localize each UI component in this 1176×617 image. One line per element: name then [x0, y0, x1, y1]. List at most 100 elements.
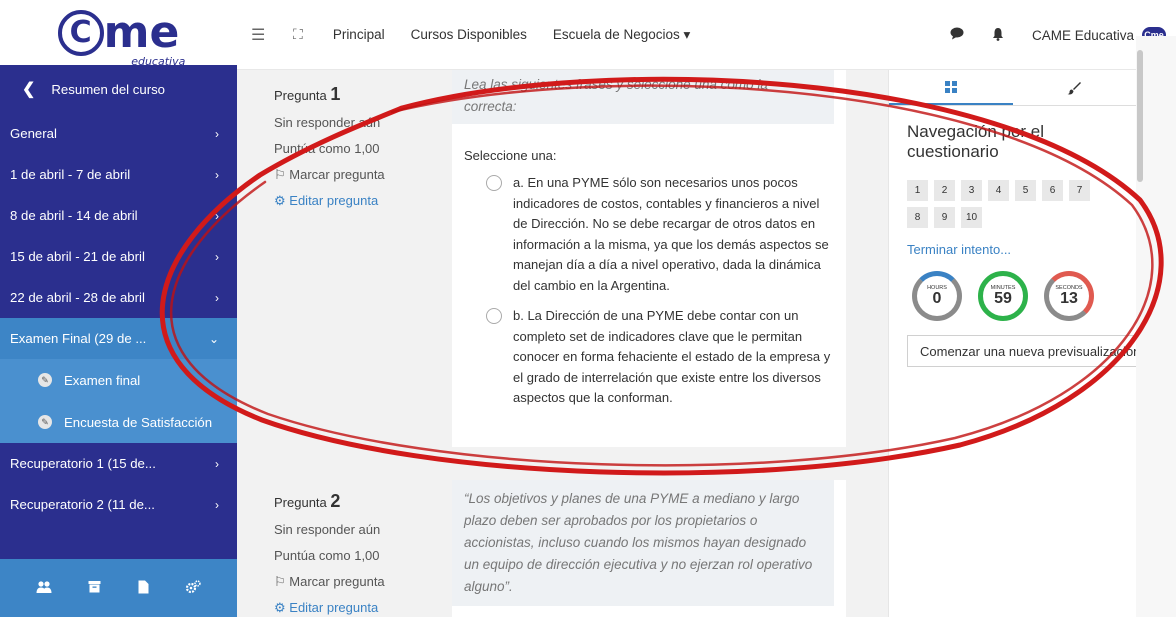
question-2-text: “Los objetivos y planes de una PYME a me… [452, 480, 834, 606]
question-1-title: Pregunta 1 [274, 84, 341, 104]
timer-minutes: Minutes 59 [978, 271, 1028, 321]
sidebar-subitem-examen-final[interactable]: ✎ Examen final [0, 359, 237, 401]
nav-principal[interactable]: Principal [333, 27, 385, 42]
came-logo: Cme educativa [57, 7, 185, 68]
chevron-right-icon: › [215, 497, 219, 512]
messages-icon[interactable] [950, 27, 964, 43]
question-1-option-a[interactable]: a. En una PYME sólo son necesarios unos … [452, 173, 846, 296]
start-new-preview-button[interactable]: Comenzar una nueva previsualización [907, 335, 1137, 367]
page-scrollbar[interactable] [1136, 36, 1176, 617]
sidebar-item-label: 8 de abril - 14 de abril [10, 208, 138, 223]
sidebar-item-label: 1 de abril - 7 de abril [10, 167, 131, 182]
sidebar-item-week-1[interactable]: 1 de abril - 7 de abril › [0, 154, 237, 195]
question-1-status: Sin responder aún [274, 115, 381, 130]
question-1-info: Pregunta 1 Sin responder aún Puntúa como… [274, 84, 449, 209]
sidebar-item-label: Recuperatorio 2 (11 de... [10, 497, 155, 512]
chevron-left-icon: ❮ [22, 81, 36, 98]
nav-cursos-disponibles[interactable]: Cursos Disponibles [411, 27, 527, 42]
question-1-card: Lea las siguientes frases y seleccione u… [452, 70, 846, 447]
chevron-right-icon: › [215, 208, 219, 223]
timer-hours: Hours 0 [912, 271, 962, 321]
archive-icon[interactable] [88, 580, 101, 596]
option-a-radio[interactable] [486, 175, 502, 191]
sidebar-item-recuperatorio-2[interactable]: Recuperatorio 2 (11 de... › [0, 484, 237, 525]
question-1-text: Lea las siguientes frases y seleccione u… [452, 70, 834, 124]
sidebar-item-recuperatorio-1[interactable]: Recuperatorio 1 (15 de... › [0, 443, 237, 484]
logo[interactable]: Cme educativa [0, 0, 237, 68]
question-1-option-b[interactable]: b. La Dirección de una PYME debe contar … [452, 306, 846, 409]
grid-icon [944, 80, 957, 93]
notifications-bell-icon[interactable] [992, 27, 1004, 44]
chevron-right-icon: › [215, 456, 219, 471]
question-2-score: Puntúa como 1,00 [274, 548, 380, 563]
settings-gears-icon[interactable] [185, 579, 201, 597]
flag-icon: ⚐ [274, 167, 286, 182]
fullscreen-icon[interactable]: ⛶ [293, 26, 303, 43]
nav-escuela-de-negocios[interactable]: Escuela de Negocios ▾ [553, 27, 690, 43]
sidebar-footer [0, 559, 237, 617]
chevron-down-icon: ⌄ [208, 331, 219, 346]
question-2-flag[interactable]: ⚐ Marcar pregunta [274, 574, 449, 590]
quiz-navigation-panel: Navegación por el cuestionario 1 2 3 4 5… [888, 70, 1137, 617]
sidebar-back-label: Resumen del curso [51, 81, 166, 97]
question-2-title: Pregunta 2 [274, 491, 341, 511]
tab-appearance[interactable] [1013, 70, 1137, 105]
sidebar-back-course-summary[interactable]: ❮ Resumen del curso [0, 65, 237, 113]
question-nav-button[interactable]: 6 [1042, 180, 1063, 201]
question-2-status: Sin responder aún [274, 522, 381, 537]
question-nav-button[interactable]: 9 [934, 207, 955, 228]
question-1-edit-link[interactable]: ⚙ Editar pregunta [274, 193, 449, 209]
sidebar-subitem-encuesta[interactable]: ✎ Encuesta de Satisfacción [0, 401, 237, 443]
sidebar-item-week-4[interactable]: 22 de abril - 28 de abril › [0, 277, 237, 318]
scrollbar-thumb[interactable] [1137, 50, 1143, 182]
user-menu[interactable]: CAME Educativa [1032, 28, 1134, 43]
question-nav-button[interactable]: 1 [907, 180, 928, 201]
tab-navigation[interactable] [889, 70, 1013, 105]
file-icon[interactable] [138, 580, 149, 597]
question-nav-button[interactable]: 4 [988, 180, 1009, 201]
option-b-radio[interactable] [486, 308, 502, 324]
logo-c-ring: C [57, 9, 104, 56]
question-1-score: Puntúa como 1,00 [274, 141, 380, 156]
question-nav-button[interactable]: 2 [934, 180, 955, 201]
sidebar-item-label: Examen Final (29 de ... [10, 331, 147, 346]
timer-minutes-value: 59 [994, 290, 1012, 307]
chevron-right-icon: › [215, 249, 219, 264]
header-right: CAME Educativa Cme [950, 0, 1166, 70]
quiz-navigation-title: Navegación por el cuestionario [907, 122, 1045, 161]
question-nav-button[interactable]: 10 [961, 207, 982, 228]
finish-attempt-link[interactable]: Terminar intento... [907, 242, 1136, 257]
question-2-edit-link[interactable]: ⚙ Editar pregunta [274, 600, 449, 616]
question-2-card: “Los objetivos y planes de una PYME a me… [452, 480, 846, 617]
gear-icon: ⚙ [274, 193, 286, 208]
sidebar-item-label: Recuperatorio 1 (15 de... [10, 456, 156, 471]
question-number-grid: 1 2 3 4 5 6 7 8 9 10 [907, 180, 1107, 234]
course-sidebar: ❮ Resumen del curso General › 1 de abril … [0, 65, 237, 617]
question-nav-button[interactable]: 5 [1015, 180, 1036, 201]
quiz-icon: ✎ [38, 373, 52, 387]
question-nav-button[interactable]: 3 [961, 180, 982, 201]
sidebar-item-general[interactable]: General › [0, 113, 237, 154]
flag-icon: ⚐ [274, 574, 286, 589]
brush-icon [1067, 81, 1082, 94]
timer-seconds: Seconds 13 [1044, 271, 1094, 321]
panel-tabs [889, 70, 1136, 106]
countdown-timer: Hours 0 Minutes 59 Seconds 13 [912, 271, 1136, 321]
question-nav-button[interactable]: 8 [907, 207, 928, 228]
sidebar-subitem-label: Examen final [64, 372, 141, 388]
sidebar-item-label: 22 de abril - 28 de abril [10, 290, 145, 305]
sidebar-item-examen-final[interactable]: Examen Final (29 de ... ⌄ [0, 318, 237, 359]
participants-icon[interactable] [36, 580, 52, 597]
question-1-flag[interactable]: ⚐ Marcar pregunta [274, 167, 449, 183]
sidebar-item-week-2[interactable]: 8 de abril - 14 de abril › [0, 195, 237, 236]
sidebar-item-week-3[interactable]: 15 de abril - 21 de abril › [0, 236, 237, 277]
quiz-main-content: Pregunta 1 Sin responder aún Puntúa como… [237, 70, 888, 617]
chevron-right-icon: › [215, 290, 219, 305]
question-nav-button[interactable]: 7 [1069, 180, 1090, 201]
sidebar-item-label: 15 de abril - 21 de abril [10, 249, 145, 264]
menu-icon[interactable]: ☰ [251, 25, 271, 45]
gear-icon: ⚙ [274, 600, 286, 615]
question-2-info: Pregunta 2 Sin responder aún Puntúa como… [274, 491, 449, 616]
option-a-label: a. En una PYME sólo son necesarios unos … [513, 175, 829, 293]
sidebar-item-label: General [10, 126, 57, 141]
